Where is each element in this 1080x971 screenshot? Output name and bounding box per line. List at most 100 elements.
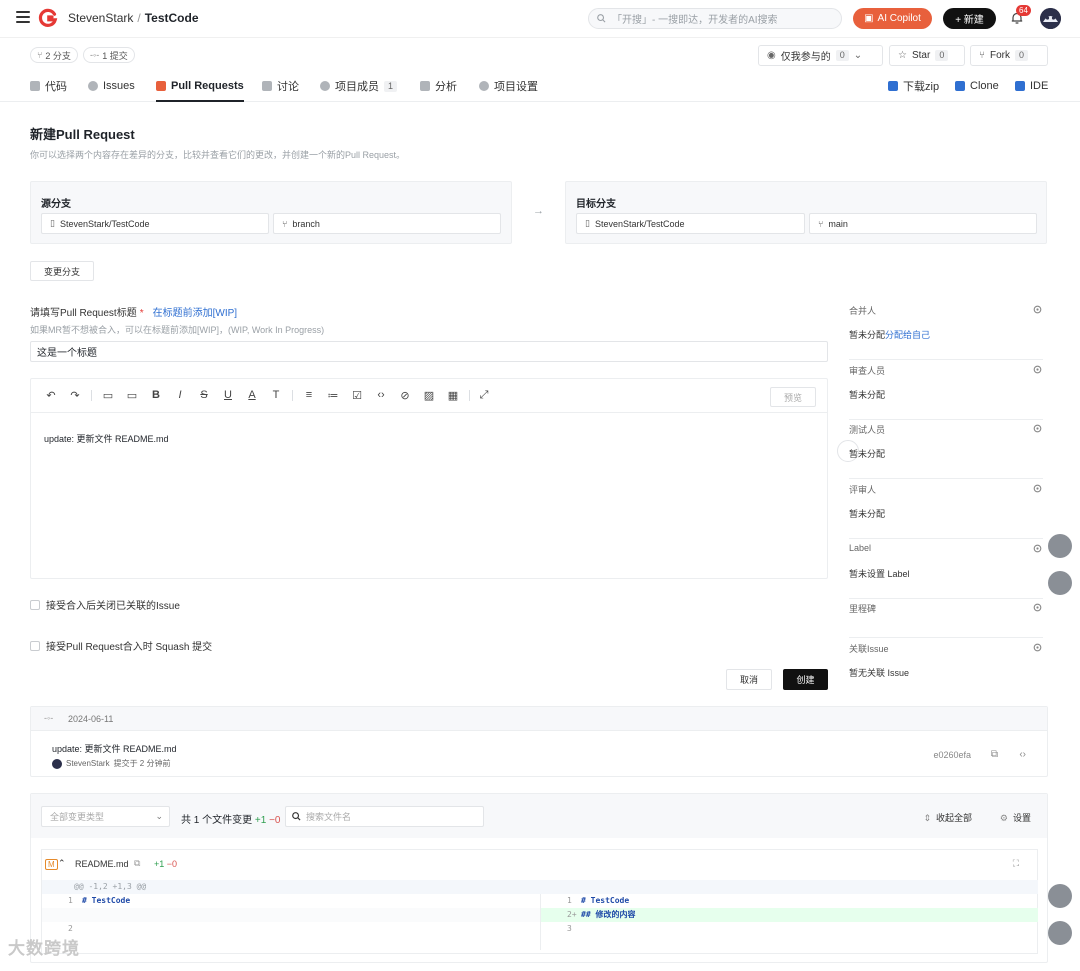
cancel-button[interactable]: 取消 <box>726 669 772 690</box>
gear-icon[interactable] <box>1032 602 1043 613</box>
target-repo-select[interactable]: ▯ StevenStark/TestCode <box>576 213 805 234</box>
gear-icon[interactable] <box>1032 364 1043 375</box>
tab-pull-requests[interactable]: Pull Requests <box>156 77 244 102</box>
link-icon[interactable]: ⊘ <box>398 388 412 402</box>
redo-icon[interactable]: ↷ <box>68 388 82 402</box>
user-avatar[interactable] <box>1040 8 1061 29</box>
preview-button[interactable]: 预览 <box>770 387 816 407</box>
page-title: 新建Pull Request <box>30 127 135 142</box>
tab-members[interactable]: 项目成员 1 <box>320 77 398 95</box>
task-list-icon[interactable]: ☑ <box>350 388 364 402</box>
table-icon[interactable]: ▦ <box>446 388 460 402</box>
sidebar-value: 暂无关联 Issue <box>849 668 910 678</box>
bullet-list-icon[interactable]: ≡ <box>302 388 316 402</box>
global-search-input[interactable]: 「开搜」- 一搜即达，开发者的AI搜索 <box>588 8 842 29</box>
ai-copilot-button[interactable]: ▣ AI Copilot <box>853 8 932 29</box>
feedback-floating-icon[interactable] <box>1048 884 1072 908</box>
underline-icon[interactable]: U <box>221 388 235 402</box>
star-label: Star <box>911 50 931 61</box>
tab-issues[interactable]: Issues <box>88 77 135 95</box>
font-color-icon[interactable]: A <box>245 388 259 402</box>
search-icon <box>292 812 301 821</box>
file-search-input[interactable]: 搜索文件名 <box>285 806 484 827</box>
collapse-all-button[interactable]: ⇕ 收起全部 <box>923 811 972 824</box>
gear-icon[interactable] <box>1032 423 1043 434</box>
code-icon[interactable]: ‹› <box>374 388 388 402</box>
fullscreen-icon[interactable]: ⤢ <box>477 388 491 402</box>
commits-pill[interactable]: -◦- 1 提交 <box>83 47 135 63</box>
star-button[interactable]: ☆ Star 0 <box>889 45 965 66</box>
tab-discuss[interactable]: 讨论 <box>262 77 299 95</box>
diff-file-header[interactable]: M ⌃ README.md ⧉ +1 −0 ⛶ <box>42 850 1037 880</box>
sidebar-milestone: 里程碑 <box>849 598 1043 638</box>
bold-icon[interactable]: B <box>149 388 163 402</box>
create-button[interactable]: 创建 <box>783 669 828 690</box>
gear-icon[interactable] <box>1032 642 1043 653</box>
feedback-floating-icon[interactable] <box>1048 534 1072 558</box>
diff-line: 3 <box>541 922 1038 936</box>
gear-icon[interactable] <box>1032 543 1043 554</box>
branches-pill[interactable]: ⑂ 2 分支 <box>30 47 78 63</box>
file-changes: 全部变更类型 ⌄ 共 1 个文件变更 +1 −0 搜索文件名 ⇕ 收起全部 ⚙ 设置… <box>30 793 1048 963</box>
commit-sha[interactable]: e0260efa <box>933 750 971 760</box>
close-issue-checkbox[interactable]: 接受合入后关闭已关联的Issue <box>30 597 180 612</box>
breadcrumb: StevenStark / TestCode <box>68 11 199 25</box>
checkbox-box[interactable] <box>30 640 40 651</box>
ordered-list-icon[interactable]: ≔ <box>326 388 340 402</box>
checkbox-box[interactable] <box>30 599 40 610</box>
commit-message[interactable]: update: 更新文件 README.md <box>52 742 177 755</box>
diff-file-name[interactable]: README.md <box>75 859 129 869</box>
file-deletions: −0 <box>166 859 178 869</box>
heading-icon[interactable]: ▭ <box>101 388 115 402</box>
new-button[interactable]: + 新建 <box>943 8 996 29</box>
copy-icon[interactable]: ⧉ <box>134 858 140 869</box>
source-branch-select[interactable]: ⑂ branch <box>273 213 501 234</box>
breadcrumb-separator: / <box>137 11 141 25</box>
chevron-up-icon[interactable]: ⌃ <box>58 858 66 869</box>
code-icon[interactable]: ‹› <box>1019 749 1026 760</box>
tab-code[interactable]: 代码 <box>30 77 67 95</box>
tab-members-label: 项目成员 <box>335 81 379 93</box>
assign-to-self-link[interactable]: 分配给自己 <box>885 330 930 340</box>
copy-icon[interactable]: ⧉ <box>991 749 998 760</box>
breadcrumb-repo[interactable]: TestCode <box>145 11 199 25</box>
gitcode-logo-icon[interactable] <box>38 8 58 28</box>
tab-settings[interactable]: 项目设置 <box>479 77 538 95</box>
watch-dropdown[interactable]: ◉ 仅我参与的 0 ⌄ <box>758 45 883 66</box>
expand-icon[interactable]: ⛶ <box>1013 858 1019 869</box>
watch-label: 仅我参与的 <box>780 52 831 63</box>
commit-author[interactable]: StevenStark <box>66 759 110 768</box>
font-size-icon[interactable]: T <box>269 388 283 402</box>
file-additions: +1 <box>154 859 165 869</box>
help-floating-icon[interactable] <box>1048 921 1072 945</box>
undo-icon[interactable]: ↶ <box>44 388 58 402</box>
target-branch-select[interactable]: ⑂ main <box>809 213 1037 234</box>
title-input[interactable]: 这是一个标题 <box>30 341 828 362</box>
strikethrough-icon[interactable]: S <box>197 388 211 402</box>
source-repo-select[interactable]: ▯ StevenStark/TestCode <box>41 213 269 234</box>
squash-checkbox[interactable]: 接受Pull Request合入时 Squash 提交 <box>30 638 212 653</box>
tab-analysis-label: 分析 <box>435 81 457 93</box>
change-type-select[interactable]: 全部变更类型 ⌄ <box>41 806 170 827</box>
collapse-icon: ⇕ <box>923 813 931 823</box>
gear-icon[interactable] <box>1032 483 1043 494</box>
gear-icon[interactable] <box>1032 304 1043 315</box>
clone-button[interactable]: Clone <box>955 77 999 95</box>
paragraph-icon[interactable]: ▭ <box>125 388 139 402</box>
menu-icon[interactable] <box>16 11 30 23</box>
sidebar-value: 暂未分配分配给自己 <box>849 330 931 340</box>
ide-button[interactable]: IDE <box>1015 77 1048 95</box>
change-branch-button[interactable]: 变更分支 <box>30 261 94 281</box>
sidebar-linked-issue: 关联Issue 暂无关联 Issue <box>849 638 1043 698</box>
breadcrumb-owner[interactable]: StevenStark <box>68 11 133 25</box>
editor-content[interactable]: update: 更新文件 README.md <box>44 432 169 445</box>
download-zip-button[interactable]: 下载zip <box>888 77 939 95</box>
tab-analysis[interactable]: 分析 <box>420 77 457 95</box>
help-floating-icon[interactable] <box>1048 571 1072 595</box>
diff-line: 2 <box>42 922 540 936</box>
diff-settings-button[interactable]: ⚙ 设置 <box>1000 811 1031 824</box>
fork-button[interactable]: ⑂ Fork 0 <box>970 45 1048 66</box>
add-wip-link[interactable]: 在标题前添加[WIP] <box>153 308 237 319</box>
image-icon[interactable]: ▨ <box>422 388 436 402</box>
italic-icon[interactable]: I <box>173 388 187 402</box>
